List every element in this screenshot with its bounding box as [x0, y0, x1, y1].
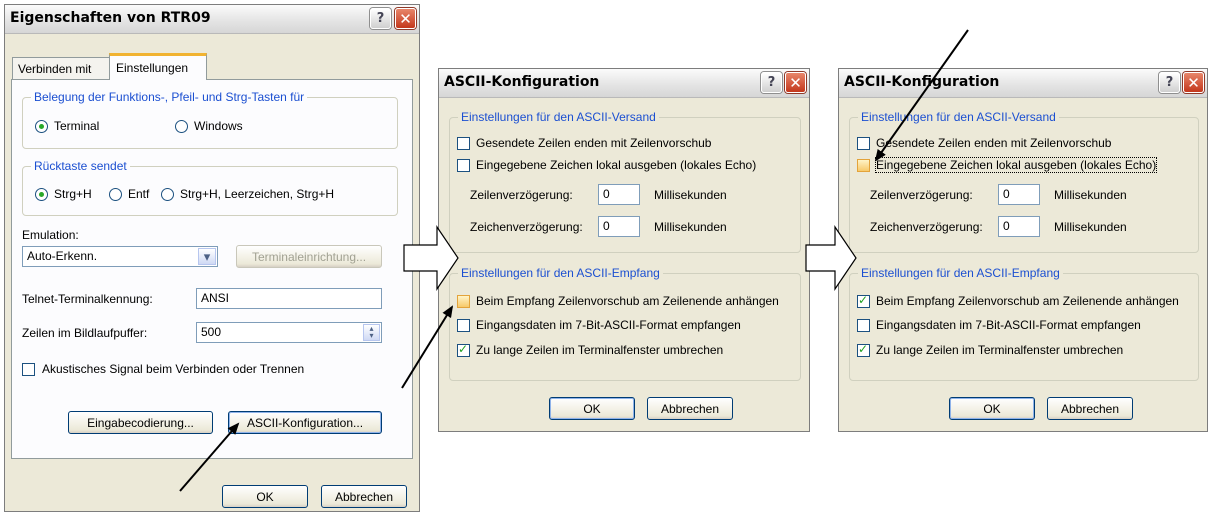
pointer-arrow-echo: [874, 29, 969, 162]
block-arrow-right-2: [805, 225, 857, 291]
tab-einstellungen[interactable]: Einstellungen: [109, 53, 207, 80]
tab-label: Einstellungen: [116, 61, 189, 75]
block-arrow-right-1: [403, 225, 459, 291]
pointer-arrow-recv-lf: [401, 305, 454, 389]
pointer-arrow-ascii-button: [179, 422, 240, 492]
